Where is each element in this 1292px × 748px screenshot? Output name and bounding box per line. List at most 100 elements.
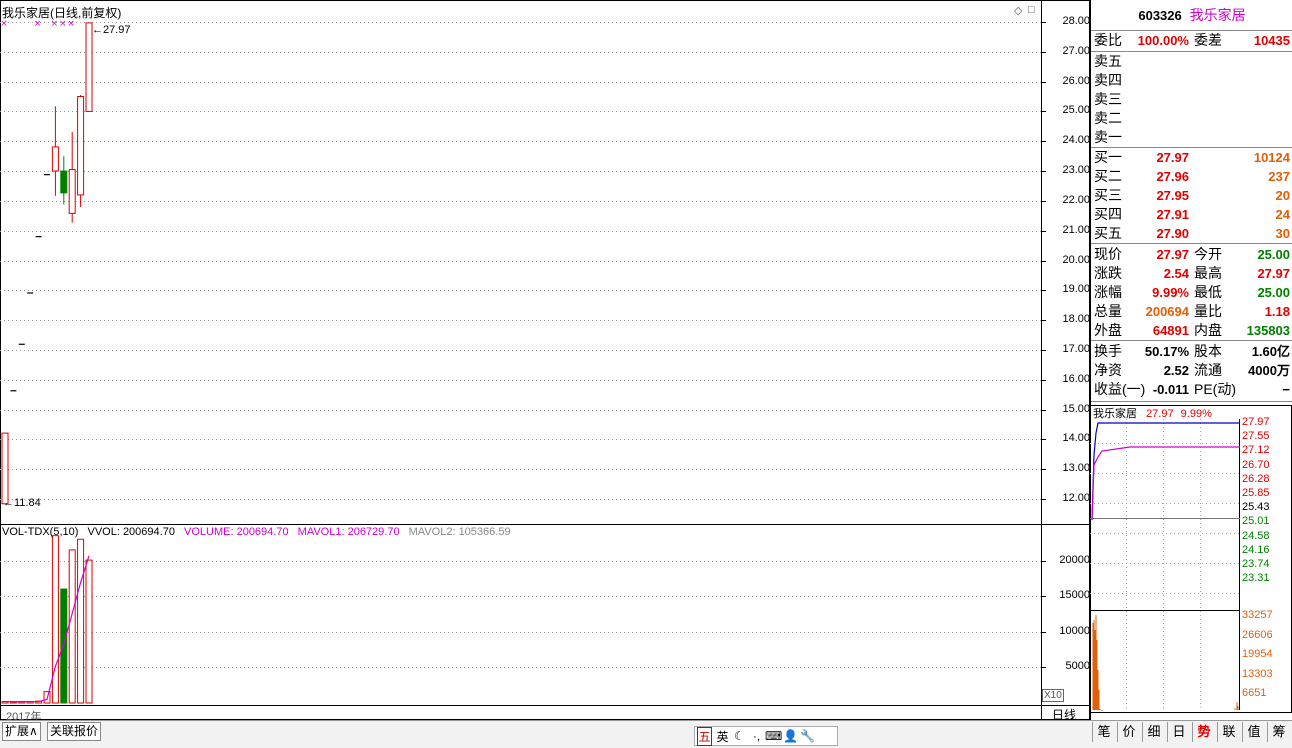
candle-body <box>60 170 68 194</box>
ime-punct-icon[interactable]: ·, <box>748 729 765 743</box>
kline-panel[interactable]: × × × × × 我乐家居(日线,前复权) ◇ □ ←27.97 ←11.84 VOL… <box>0 0 1090 723</box>
price-axis-tick: 14.00 <box>1062 432 1090 445</box>
right-tab[interactable]: 值 <box>1242 722 1265 742</box>
intraday-price-tick: 23.74 <box>1242 558 1270 570</box>
volume-axis-tick: 20000 <box>1059 553 1090 566</box>
right-tab[interactable]: 筹 <box>1267 722 1290 742</box>
volume-legend: VOL-TDX(5,10) VVOL: 200694.70 VOLUME: 20… <box>2 526 517 538</box>
vol-vvol: VVOL: 200694.70 <box>87 526 175 538</box>
intraday-price-tick: 26.28 <box>1242 472 1270 485</box>
price-axis-tick: 26.00 <box>1062 74 1090 87</box>
intraday-volume-tick: 19954 <box>1242 648 1273 660</box>
price-axis-tick: 21.00 <box>1062 223 1090 236</box>
right-tab[interactable]: 势 <box>1192 722 1215 742</box>
buy-row: 买一 27.97 10124 <box>1094 149 1290 165</box>
price-axis-tick: 25.00 <box>1062 104 1090 117</box>
tab-related-quotes[interactable]: 关联报价 <box>47 722 102 741</box>
buy-row: 买三 27.95 20 <box>1094 187 1290 203</box>
high-price-label: ←27.97 <box>92 24 131 36</box>
stock-code: 603326 <box>1138 8 1182 23</box>
candle-body <box>1 432 9 505</box>
stat-row: 总量 200694 量比 1.18 <box>1094 303 1290 319</box>
sell-row: 卖三 <box>1094 91 1122 107</box>
ime-english-icon[interactable]: 英 <box>714 728 731 745</box>
chart-title: 我乐家居(日线,前复权) <box>2 6 122 20</box>
intraday-price-tick: 25.85 <box>1242 487 1270 499</box>
intraday-price-tick: 26.70 <box>1242 458 1270 471</box>
price-axis-tick: 16.00 <box>1062 372 1090 385</box>
x10-button[interactable]: X10 <box>1042 689 1064 702</box>
buy-row: 买五 27.90 30 <box>1094 225 1290 241</box>
stat-row: 外盘 64891 内盘 135803 <box>1094 322 1290 338</box>
ime-moon-icon[interactable]: ☾ <box>731 729 748 743</box>
right-tab[interactable]: 细 <box>1142 722 1165 742</box>
buy-row: 买四 27.91 24 <box>1094 206 1290 222</box>
intraday-volume-tick: 6651 <box>1242 687 1267 699</box>
candle-body <box>77 96 85 196</box>
kline-chart[interactable]: × × × × × <box>0 0 1090 720</box>
candle-body <box>68 169 76 214</box>
stat-row: 涨幅 9.99% 最低 25.00 <box>1094 284 1290 300</box>
candle-body <box>85 22 93 112</box>
right-tab[interactable]: 笔 <box>1092 722 1115 742</box>
price-axis-tick: 19.00 <box>1062 283 1090 296</box>
low-price-label: ←11.84 <box>3 497 41 509</box>
price-axis-tick: 23.00 <box>1062 164 1090 177</box>
ime-wubi-icon[interactable]: 五 <box>697 726 712 746</box>
intraday-price-tick: 25.01 <box>1242 515 1270 528</box>
volume-bar <box>77 538 85 704</box>
price-axis-tick: 12.00 <box>1062 492 1090 504</box>
weibi-row: 委比 100.00% 委差 10435 <box>1094 32 1290 48</box>
intraday-price-tick: 27.97 <box>1242 416 1270 428</box>
sell-row: 卖四 <box>1094 72 1122 88</box>
chart-frame <box>0 0 1090 720</box>
price-axis-tick: 18.00 <box>1062 313 1090 326</box>
intraday-price-tick: 24.16 <box>1242 543 1270 556</box>
diamond-icon[interactable]: ◇ <box>1014 4 1022 17</box>
tab-expand[interactable]: 扩展∧ <box>2 722 41 741</box>
vol-mavol2: MAVOL2: 105366.59 <box>408 526 511 538</box>
candle-body <box>51 146 59 172</box>
intraday-price-tick: 24.58 <box>1242 529 1270 542</box>
price-axis-tick: 27.00 <box>1062 44 1090 57</box>
price-axis-tick: 17.00 <box>1062 342 1090 355</box>
intraday-price-tick: 27.55 <box>1242 430 1270 443</box>
intraday-price-tick: 27.12 <box>1242 444 1270 457</box>
vol-mavol1: MAVOL1: 206729.70 <box>297 526 400 538</box>
ime-keyboard-icon[interactable]: ⌨ <box>765 729 782 743</box>
ime-user-icon[interactable]: 👤 <box>782 729 799 743</box>
mavol1-line <box>4 555 90 703</box>
sell-row: 卖五 <box>1094 53 1122 69</box>
volume-axis-tick: 10000 <box>1059 624 1090 637</box>
intraday-title: 我乐家居 27.97 9.99% <box>1093 408 1212 420</box>
price-axis-tick: 15.00 <box>1062 402 1090 415</box>
stock-name: 我乐家居 <box>1189 7 1246 23</box>
price-axis-tick: 28.00 <box>1062 15 1090 27</box>
volume-bar <box>68 549 76 704</box>
intraday-volume-tick: 13303 <box>1242 667 1273 680</box>
stat-row: 涨跌 2.54 最高 27.97 <box>1094 265 1290 281</box>
stock-header: 603326 我乐家居 <box>1091 6 1292 25</box>
square-icon[interactable]: □ <box>1028 4 1035 16</box>
volume-bar <box>60 588 68 704</box>
vol-volume: VOLUME: 200694.70 <box>184 526 289 538</box>
stat-row: 现价 27.97 今开 25.00 <box>1094 246 1290 262</box>
right-tab[interactable]: 价 <box>1117 722 1140 742</box>
intraday-price-tick: 23.31 <box>1242 572 1270 585</box>
price-axis-tick: 13.00 <box>1062 462 1090 475</box>
intraday-volume-tick: 33257 <box>1242 609 1273 621</box>
volume-axis-tick: 15000 <box>1059 589 1090 602</box>
buy-row: 买二 27.96 237 <box>1094 168 1290 184</box>
ime-toolbar[interactable]: 五 英 ☾ ·, ⌨ 👤 🔧 <box>694 726 838 746</box>
vol-name: VOL-TDX(5,10) <box>2 526 79 538</box>
right-tab[interactable]: 日 <box>1167 722 1190 742</box>
price-axis-tick: 24.00 <box>1062 134 1090 147</box>
intraday-volume-tick: 26606 <box>1242 628 1273 641</box>
volume-bar <box>85 559 93 704</box>
sell-row: 卖一 <box>1094 129 1122 145</box>
fund-row: 收益(一) -0.011 PE(动) − <box>1094 381 1290 397</box>
fund-row: 换手 50.17% 股本 1.60亿 <box>1094 343 1290 359</box>
ime-settings-icon[interactable]: 🔧 <box>799 729 816 743</box>
fund-row: 净资 2.52 流通 4000万 <box>1094 362 1290 378</box>
right-tab[interactable]: 联 <box>1217 722 1240 742</box>
